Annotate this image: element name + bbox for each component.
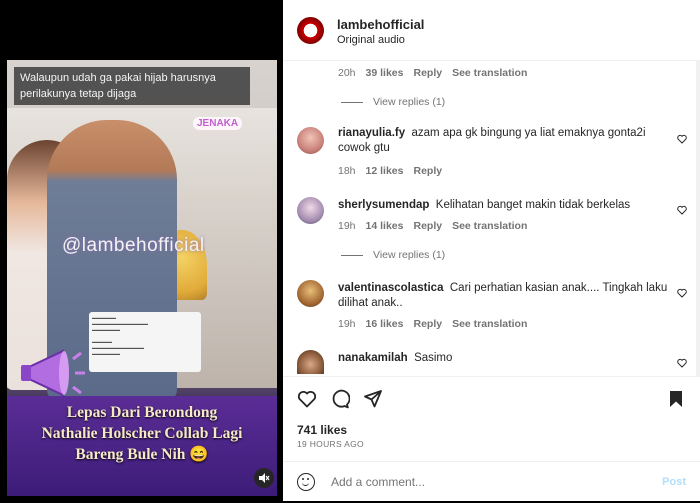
comment-username[interactable]: sherlysumendap: [338, 199, 429, 211]
commenter-avatar[interactable]: [297, 350, 324, 374]
reply-button[interactable]: Reply: [413, 220, 442, 232]
like-heart-icon[interactable]: [677, 134, 687, 144]
channel-badge: JENAKA: [193, 117, 243, 130]
view-replies-label: View replies (1): [373, 249, 446, 261]
view-replies-button[interactable]: View replies (1): [341, 249, 445, 261]
add-comment-bar: Post: [283, 461, 700, 503]
comment-meta: 20h 39 likes Reply See translation: [338, 67, 537, 79]
emoji-icon[interactable]: [297, 473, 315, 491]
video-caption-top: Walaupun udah ga pakai hijab harusnya pe…: [14, 67, 250, 105]
comment-time: 19h: [338, 318, 356, 330]
view-replies-label: View replies (1): [373, 96, 446, 108]
comment-time: 19h: [338, 220, 356, 232]
comments-panel: lambehofficial Original audio 20h 39 like…: [283, 0, 700, 501]
instagram-post-view: Walaupun udah ga pakai hijab harusnya pe…: [0, 0, 700, 501]
embedded-comment-screenshot: ▬▬▬▬▬▬ ▬▬▬▬▬▬▬▬▬▬▬▬▬▬ ▬▬▬▬▬▬▬ ▬▬▬▬▬ ▬▬▬▬▬▬▬▬…: [89, 312, 201, 372]
comment-meta: 19h 14 likes Reply See translation: [338, 220, 537, 232]
comment-meta: 18h 12 likes Reply: [338, 165, 452, 177]
commenter-avatar[interactable]: [297, 197, 324, 224]
comment-icon[interactable]: [330, 389, 350, 409]
mute-button[interactable]: [254, 468, 274, 488]
commenter-avatar[interactable]: [297, 127, 324, 154]
comments-scrollbar[interactable]: [696, 60, 700, 376]
reel-video[interactable]: Walaupun udah ga pakai hijab harusnya pe…: [7, 60, 277, 496]
commenter-avatar[interactable]: [297, 280, 324, 307]
audio-label[interactable]: Original audio: [337, 34, 405, 46]
view-replies-button[interactable]: View replies (1): [341, 96, 445, 108]
reply-button[interactable]: Reply: [413, 165, 442, 177]
bookmark-icon[interactable]: [666, 389, 686, 409]
see-translation-link[interactable]: See translation: [452, 67, 527, 79]
reply-button[interactable]: Reply: [413, 318, 442, 330]
banner-line-2: Nathalie Holscher Collab Lagi: [41, 425, 243, 442]
media-panel: Walaupun udah ga pakai hijab harusnya pe…: [0, 0, 283, 501]
see-translation-link[interactable]: See translation: [452, 220, 527, 232]
comment-username[interactable]: rianayulia.fy: [338, 127, 405, 139]
comment-text: Sasimo: [414, 352, 453, 364]
post-header: lambehofficial Original audio: [283, 0, 700, 61]
comment-likes[interactable]: 16 likes: [366, 318, 404, 330]
likes-count[interactable]: 741 likes: [297, 423, 347, 437]
comment-likes[interactable]: 14 likes: [366, 220, 404, 232]
banner-line-1: Lepas Dari Berondong: [66, 404, 218, 421]
banner-line-3: Bareng Bule Nih 😄: [75, 446, 209, 463]
comment-username[interactable]: nanakamilah: [338, 352, 408, 364]
reply-button[interactable]: Reply: [413, 67, 442, 79]
comment-likes[interactable]: 39 likes: [366, 67, 404, 79]
video-banner-text: Lepas Dari Berondong Nathalie Holscher C…: [17, 402, 267, 465]
like-heart-icon[interactable]: [677, 358, 687, 368]
comment-likes[interactable]: 12 likes: [366, 165, 404, 177]
comment-time: 18h: [338, 165, 356, 177]
author-avatar[interactable]: [297, 17, 324, 44]
reply-divider: [341, 101, 363, 103]
post-timestamp: 19 HOURS AGO: [297, 439, 364, 449]
video-watermark: @lambehofficial: [62, 235, 205, 256]
post-button[interactable]: Post: [662, 476, 686, 488]
muted-speaker-icon: [259, 473, 270, 483]
comment-item: sherlysumendap Kelihatan banget makin ti…: [338, 198, 668, 213]
like-heart-icon[interactable]: [677, 205, 687, 215]
comment-item: rianayulia.fy azam apa gk bingung ya lia…: [338, 126, 668, 156]
post-actions: 741 likes 19 HOURS AGO Post: [283, 376, 700, 502]
heart-icon[interactable]: [297, 389, 317, 409]
megaphone-icon: [21, 349, 85, 397]
reply-divider: [341, 254, 363, 256]
comment-text: Kelihatan banget makin tidak berkelas: [435, 199, 631, 211]
author-username[interactable]: lambehofficial: [337, 17, 424, 32]
share-icon[interactable]: [363, 389, 383, 409]
comment-time: 20h: [338, 67, 356, 79]
comment-item: nanakamilah Sasimo: [338, 351, 668, 366]
comment-meta: 19h 16 likes Reply See translation: [338, 318, 537, 330]
see-translation-link[interactable]: See translation: [452, 318, 527, 330]
comment-item: valentinascolastica Cari perhatian kasia…: [338, 281, 668, 311]
comment-username[interactable]: valentinascolastica: [338, 282, 443, 294]
comment-input[interactable]: [331, 475, 631, 489]
like-heart-icon[interactable]: [677, 288, 687, 298]
